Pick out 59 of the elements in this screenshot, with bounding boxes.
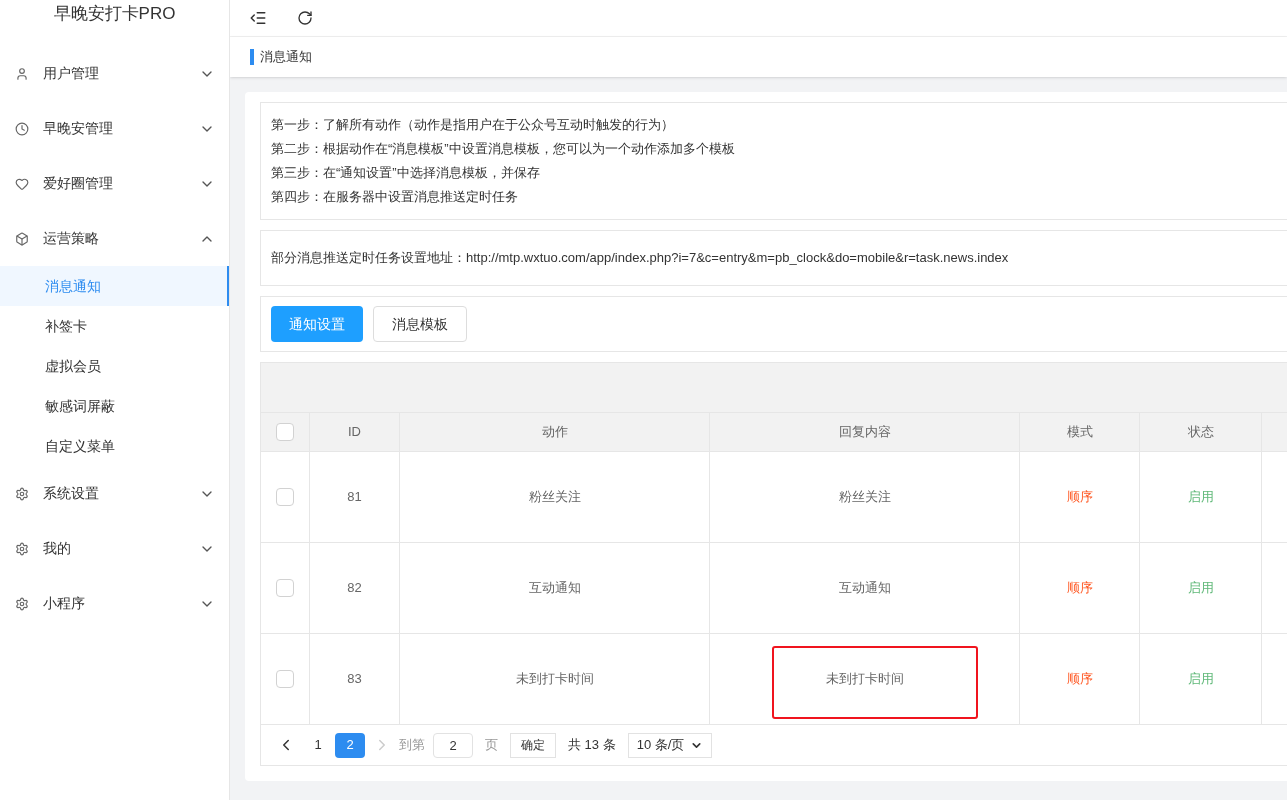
step-text: 第四步：在服务器中设置消息推送定时任务: [271, 188, 519, 206]
sidebar-menu-item[interactable]: 系统设置: [0, 466, 229, 521]
tab-button[interactable]: 消息模板: [373, 306, 467, 342]
sidebar-menu-item[interactable]: 用户管理: [0, 46, 229, 101]
gear-icon: [15, 486, 29, 501]
column-header: 回复内容: [838, 423, 891, 442]
table-cell-text: 83: [347, 670, 362, 689]
collapse-menu-icon[interactable]: [249, 9, 267, 27]
table-cell-text: 81: [347, 488, 362, 507]
table-cell-text: 互动通知: [838, 579, 891, 598]
sidebar-menu-item[interactable]: 爱好圈管理: [0, 156, 229, 211]
row-checkbox[interactable]: [276, 488, 294, 506]
column-header: ID: [348, 423, 361, 442]
confirm-button[interactable]: 确定: [510, 732, 556, 758]
submenu-item[interactable]: 自定义菜单: [0, 426, 229, 466]
total-count: 共 13 条: [568, 736, 616, 755]
select-all-checkbox[interactable]: [276, 423, 294, 441]
table-cell-text: 互动通知: [528, 579, 581, 598]
status-label: 启用: [1187, 670, 1214, 689]
cube-icon: [15, 231, 29, 246]
submenu-item[interactable]: 敏感词屏蔽: [0, 386, 229, 426]
sidebar-menu-item[interactable]: 早晚安管理: [0, 101, 229, 156]
address-text: 部分消息推送定时任务设置地址：http://mtp.wxtuo.com/app/index.php?i=7&c=entry&m=pb_clock&do=mobile&r=task.news.index: [271, 249, 1009, 268]
status-label: 启用: [1187, 488, 1214, 507]
page-size-select[interactable]: 10 条/页: [627, 732, 713, 758]
clock-icon: [15, 121, 29, 136]
page-input[interactable]: 2: [433, 732, 473, 758]
submenu-item[interactable]: 虚拟会员: [0, 346, 229, 386]
mode-label: 顺序: [1066, 579, 1093, 598]
submenu-item[interactable]: 补签卡: [0, 306, 229, 346]
column-header: 动作: [541, 423, 568, 442]
status-label: 启用: [1187, 579, 1214, 598]
app-title: 早晚安打卡PRO: [53, 3, 176, 26]
page-button[interactable]: 1: [303, 732, 333, 758]
row-checkbox[interactable]: [276, 579, 294, 597]
gear-icon: [15, 596, 29, 611]
column-header: 状态: [1187, 423, 1214, 442]
heart-icon: [15, 176, 29, 191]
sidebar-menu-item[interactable]: 我的: [0, 521, 229, 576]
table-cell-text: 82: [347, 579, 362, 598]
table-cell-text: 粉丝关注: [528, 488, 581, 507]
goto-label: 到第: [399, 736, 425, 755]
row-checkbox[interactable]: [276, 670, 294, 688]
column-header: 模式: [1066, 423, 1093, 442]
user-icon: [15, 66, 29, 81]
refresh-icon[interactable]: [297, 10, 313, 26]
step-text: 第二步：根据动作在“消息模板”中设置消息模板，您可以为一个动作添加多个模板: [271, 140, 736, 158]
sidebar-menu-item[interactable]: 运营策略: [0, 211, 229, 266]
table-cell-text: 未到打卡时间: [515, 670, 594, 689]
gear-icon: [15, 541, 29, 556]
mode-label: 顺序: [1066, 488, 1093, 507]
step-text: 第三步：在“通知设置”中选择消息模板，并保存: [271, 164, 541, 182]
table-cell-text: 粉丝关注: [838, 488, 891, 507]
sidebar-menu-item[interactable]: 小程序: [0, 576, 229, 631]
step-text: 第一步：了解所有动作（动作是指用户在于公众号互动时触发的行为）: [271, 116, 675, 134]
page-tab[interactable]: 消息通知: [250, 49, 312, 65]
mode-label: 顺序: [1066, 670, 1093, 689]
page-unit: 页: [485, 736, 498, 755]
table-cell-text: 未到打卡时间: [825, 670, 904, 689]
